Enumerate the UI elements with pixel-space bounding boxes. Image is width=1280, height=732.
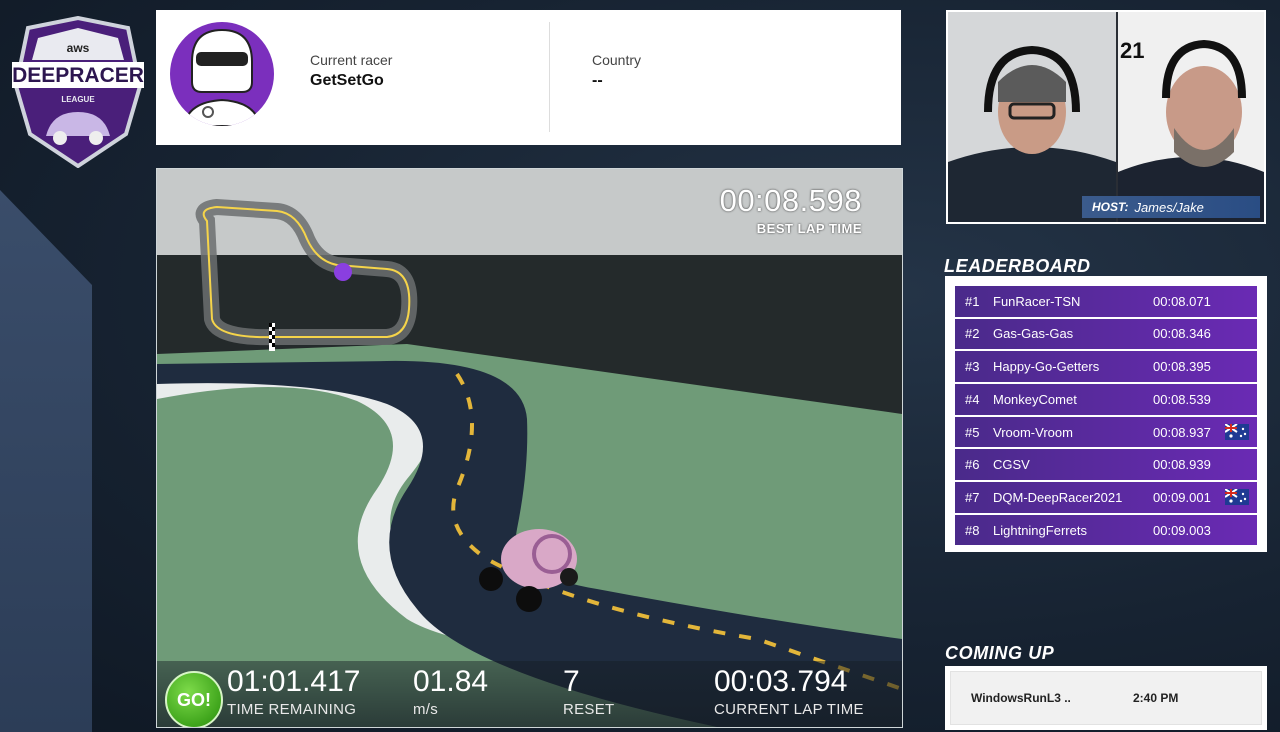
leaderboard-title: LEADERBOARD (944, 256, 1091, 276)
logo-sub: LEAGUE (61, 95, 95, 104)
reset-value: 7 (563, 665, 580, 698)
current-racer-label: Current racer (310, 52, 393, 68)
reset-label: RESET (563, 701, 615, 718)
host-video-feed: 21 HOST: James/Jake (946, 10, 1266, 224)
leaderboard-rank: #2 (965, 326, 980, 342)
coming-up-title: COMING UP (945, 643, 1055, 663)
race-track-view: 00:08.598 BEST LAP TIME GO! 01:01.417 TI… (156, 168, 903, 728)
car-position-marker (334, 263, 352, 281)
leaderboard-rank: #1 (965, 293, 980, 309)
racer-avatar (170, 22, 274, 126)
leaderboard-name: DQM-DeepRacer2021 (993, 489, 1123, 505)
race-hud: GO! 01:01.417 TIME REMAINING 01.84 m/s 7… (157, 661, 902, 727)
leaderboard-time: 00:08.937 (1153, 424, 1211, 440)
time-remaining-label: TIME REMAINING (227, 701, 357, 718)
leaderboard-row[interactable]: #7 DQM-DeepRacer2021 00:09.001 (955, 482, 1257, 513)
leaderboard-rank: #3 (965, 359, 980, 375)
speed-value: 01.84 (413, 665, 489, 698)
decorative-side-panel (0, 190, 92, 732)
stream-badge: 21 (1120, 38, 1145, 63)
coming-up-time: 2:40 PM (1133, 691, 1179, 705)
leaderboard-flag-slot (1225, 351, 1257, 382)
leaderboard-rank: #8 (965, 522, 980, 538)
leaderboard-panel: #1 FunRacer-TSN 00:08.071 #2 Gas-Gas-Gas… (945, 276, 1267, 552)
logo-name: DEEPRACER (12, 64, 144, 87)
leaderboard-rank: #6 (965, 457, 980, 473)
speed-label: m/s (413, 701, 439, 718)
leaderboard-rank: #5 (965, 424, 980, 440)
coming-up-entry[interactable]: WindowsRunL3 .. 2:40 PM (950, 671, 1262, 725)
coming-up-panel: WindowsRunL3 .. 2:40 PM (945, 666, 1267, 730)
leaderboard-flag-slot (1225, 384, 1257, 415)
best-lap-time: 00:08.598 (719, 183, 862, 218)
leaderboard-name: CGSV (993, 457, 1030, 473)
leaderboard-row[interactable]: #2 Gas-Gas-Gas 00:08.346 (955, 318, 1257, 350)
leaderboard-name: Happy-Go-Getters (993, 359, 1100, 375)
current-racer-name: GetSetGo (310, 72, 384, 89)
time-remaining-stat: 01:01.417 TIME REMAINING (227, 665, 360, 718)
current-racer-field: Current racer GetSetGo (310, 52, 392, 90)
logo-brand: aws (67, 41, 90, 55)
track-scene (157, 169, 902, 727)
leaderboard-flag-slot (1225, 482, 1257, 513)
country-value: -- (592, 72, 603, 89)
country-label: Country (592, 52, 642, 68)
country-field: Country -- (592, 52, 641, 90)
helmet-icon (182, 28, 262, 126)
go-button[interactable]: GO! (165, 671, 223, 727)
leaderboard-time: 00:09.003 (1153, 522, 1211, 538)
leaderboard-row[interactable]: #8 LightningFerrets 00:09.003 (955, 514, 1257, 546)
current-lap-label: CURRENT LAP TIME (714, 701, 864, 718)
leaderboard-row[interactable]: #3 Happy-Go-Getters 00:08.395 (955, 351, 1257, 382)
leaderboard-rank: #7 (965, 489, 980, 505)
leaderboard-name: Vroom-Vroom (993, 424, 1073, 440)
leaderboard-row[interactable]: #1 FunRacer-TSN 00:08.071 (955, 286, 1257, 317)
reset-stat: 7 RESET (563, 665, 615, 718)
leaderboard-time: 00:08.071 (1153, 293, 1211, 309)
leaderboard-flag-slot (1225, 319, 1257, 350)
host-video-left (948, 12, 1116, 222)
leaderboard-row[interactable]: #6 CGSV 00:08.939 (955, 449, 1257, 480)
leaderboard-flag-slot (1225, 417, 1257, 448)
leaderboard-time: 00:09.001 (1153, 489, 1211, 505)
leaderboard-time: 00:08.939 (1153, 457, 1211, 473)
panel-divider (549, 22, 550, 132)
current-lap-stat: 00:03.794 CURRENT LAP TIME (714, 665, 864, 718)
leaderboard-flag-slot (1225, 515, 1257, 546)
host-caption: HOST: James/Jake (1082, 196, 1260, 218)
leaderboard-name: Gas-Gas-Gas (993, 326, 1074, 342)
leaderboard-time: 00:08.539 (1153, 391, 1211, 407)
host-caption-names: James/Jake (1134, 199, 1204, 215)
leaderboard-row[interactable]: #4 MonkeyComet 00:08.539 (955, 384, 1257, 415)
au-flag-icon (1225, 489, 1249, 506)
coming-up-racer: WindowsRunL3 .. (971, 691, 1071, 705)
au-flag-icon (1225, 424, 1249, 440)
leaderboard-flag-slot (1225, 286, 1257, 317)
leaderboard-rank: #4 (965, 391, 980, 407)
leaderboard-flag-slot (1225, 449, 1257, 480)
leaderboard-time: 00:08.395 (1153, 359, 1211, 375)
best-lap-label: BEST LAP TIME (756, 221, 862, 236)
leaderboard-time: 00:08.346 (1153, 326, 1211, 342)
racer-info-panel: Current racer GetSetGo Country -- (156, 10, 901, 145)
leaderboard-row[interactable]: #5 Vroom-Vroom 00:08.937 (955, 416, 1257, 448)
speed-stat: 01.84 m/s (413, 665, 488, 718)
deepracer-league-logo: aws DEEPRACER LEAGUE (12, 16, 144, 168)
leaderboard-name: LightningFerrets (993, 522, 1087, 538)
current-lap-value: 00:03.794 (714, 665, 848, 698)
leaderboard-name: FunRacer-TSN (993, 293, 1081, 309)
host-caption-label: HOST: (1092, 200, 1129, 214)
time-remaining-value: 01:01.417 (227, 665, 361, 698)
best-lap-display: 00:08.598 BEST LAP TIME (720, 183, 862, 236)
leaderboard-name: MonkeyComet (993, 391, 1077, 407)
